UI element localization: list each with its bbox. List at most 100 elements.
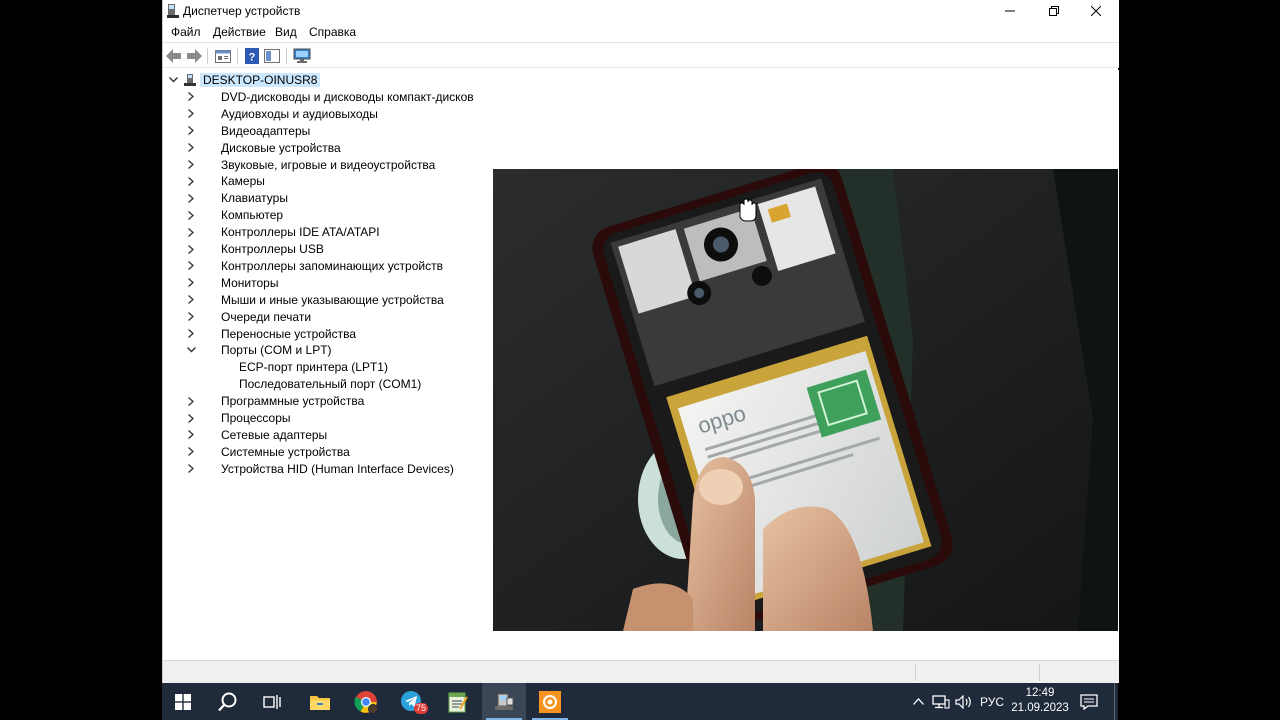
chevron-right-icon[interactable] [186,295,196,305]
tree-category-label[interactable]: Звуковые, игровые и видеоустройства [221,158,435,172]
tree-category-label[interactable]: Мониторы [221,276,278,290]
input-language-button[interactable]: РУС [977,683,1007,720]
hid-icon [201,462,217,476]
chevron-down-icon[interactable] [168,75,178,85]
tree-category-label[interactable]: Процессоры [221,411,291,425]
forward-button[interactable] [185,47,203,65]
chevron-right-icon[interactable] [186,143,196,153]
file-explorer-button[interactable] [298,683,342,720]
monitor-icon [201,276,217,290]
tree-category-label[interactable]: Очереди печати [221,310,311,324]
minimize-button[interactable] [987,0,1033,22]
search-icon [218,692,237,711]
tree-category-label[interactable]: Порты (COM и LPT) [221,343,332,357]
portable-device-icon [201,327,217,341]
chevron-right-icon[interactable] [186,160,196,170]
menu-bar: Файл Действие Вид Справка [163,22,1119,42]
tree-category-label[interactable]: Контроллеры запоминающих устройств [221,259,443,273]
sound-icon [201,158,217,172]
camera-preview: oppo [493,169,1118,631]
chevron-right-icon[interactable] [186,312,196,322]
action-center-button[interactable] [1074,683,1104,720]
close-button[interactable] [1073,0,1119,22]
tree-device-label[interactable]: ECP-порт принтера (LPT1) [239,360,388,374]
tree-category-row[interactable]: DVD-дисководы и дисководы компакт-дисков [163,89,603,106]
chevron-right-icon[interactable] [186,193,196,203]
scan-hardware-icon [293,48,311,63]
toggle-pane-button[interactable] [263,47,281,65]
tree-category-label[interactable]: Клавиатуры [221,191,288,205]
properties-button[interactable] [214,47,232,65]
network-adapter-icon [201,428,217,442]
tree-category-row[interactable]: Дисковые устройства [163,140,603,157]
chevron-right-icon[interactable] [186,109,196,119]
chevron-right-icon[interactable] [186,176,196,186]
tree-root[interactable]: DESKTOP-OINUSR8 [163,72,563,89]
task-view-button[interactable] [250,683,294,720]
chevron-right-icon[interactable] [186,413,196,423]
telegram-button[interactable]: 75 [390,683,434,720]
tree-category-label[interactable]: Аудиовходы и аудиовыходы [221,107,378,121]
network-tray-button[interactable] [930,683,952,720]
tree-category-label[interactable]: Камеры [221,174,265,188]
notepad-button[interactable] [436,683,480,720]
tree-category-label[interactable]: Компьютер [221,208,283,222]
menu-view[interactable]: Вид [275,25,297,39]
chevron-right-icon[interactable] [186,447,196,457]
camera-app-button[interactable] [528,683,572,720]
tree-category-label[interactable]: Программные устройства [221,394,364,408]
chevron-right-icon[interactable] [186,396,196,406]
search-button[interactable] [206,683,250,720]
start-button[interactable] [162,683,204,720]
show-desktop-button[interactable] [1114,683,1118,720]
chevron-right-icon[interactable] [186,329,196,339]
chevron-right-icon[interactable] [186,464,196,474]
tree-category-label[interactable]: Устройства HID (Human Interface Devices) [221,462,454,476]
tree-device-label[interactable]: Последовательный порт (COM1) [239,377,421,391]
tree-category-label[interactable]: DVD-дисководы и дисководы компакт-дисков [221,90,474,104]
clock[interactable]: 12:49 21.09.2023 [1010,686,1070,716]
root-computer-name[interactable]: DESKTOP-OINUSR8 [200,73,321,87]
chrome-button[interactable] [344,683,388,720]
tree-category-label[interactable]: Переносные устройства [221,327,356,341]
tree-category-row[interactable]: Видеоадаптеры [163,123,603,140]
volume-tray-button[interactable] [953,683,975,720]
toolbar: ? [163,42,1119,68]
title-bar[interactable]: Диспетчер устройств [163,0,1119,22]
printer-icon [201,310,217,324]
menu-help[interactable]: Справка [309,25,356,39]
device-manager-icon [495,693,514,710]
tree-category-label[interactable]: Сетевые адаптеры [221,428,327,442]
processor-icon [201,411,217,425]
back-button[interactable] [165,47,183,65]
camera-icon [201,174,217,188]
menu-action[interactable]: Действие [213,25,266,39]
chevron-right-icon[interactable] [186,227,196,237]
dvd-drive-icon [201,90,217,104]
help-button[interactable]: ? [243,47,261,65]
chevron-right-icon[interactable] [186,92,196,102]
chevron-right-icon[interactable] [186,126,196,136]
show-hidden-icons-button[interactable] [910,683,926,720]
scan-hardware-button[interactable] [293,47,311,65]
chevron-down-icon[interactable] [186,345,196,355]
tree-category-label[interactable]: Контроллеры USB [221,242,324,256]
chevron-right-icon[interactable] [186,278,196,288]
restore-button[interactable] [1031,0,1077,22]
chevron-right-icon[interactable] [186,244,196,254]
forward-icon [187,49,202,63]
device-manager-taskbar-button[interactable] [482,683,526,720]
tree-category-label[interactable]: Дисковые устройства [221,141,341,155]
tree-category-row[interactable]: Аудиовходы и аудиовыходы [163,106,603,123]
chevron-right-icon[interactable] [186,210,196,220]
tree-category-label[interactable]: Системные устройства [221,445,350,459]
close-icon [1091,6,1101,16]
menu-file[interactable]: Файл [171,25,201,39]
chevron-right-icon[interactable] [186,261,196,271]
tree-category-label[interactable]: Видеоадаптеры [221,124,310,138]
system-device-icon [201,445,217,459]
chevron-right-icon[interactable] [186,430,196,440]
task-view-icon [263,694,281,709]
tree-category-label[interactable]: Мыши и иные указывающие устройства [221,293,444,307]
tree-category-label[interactable]: Контроллеры IDE ATA/ATAPI [221,225,380,239]
